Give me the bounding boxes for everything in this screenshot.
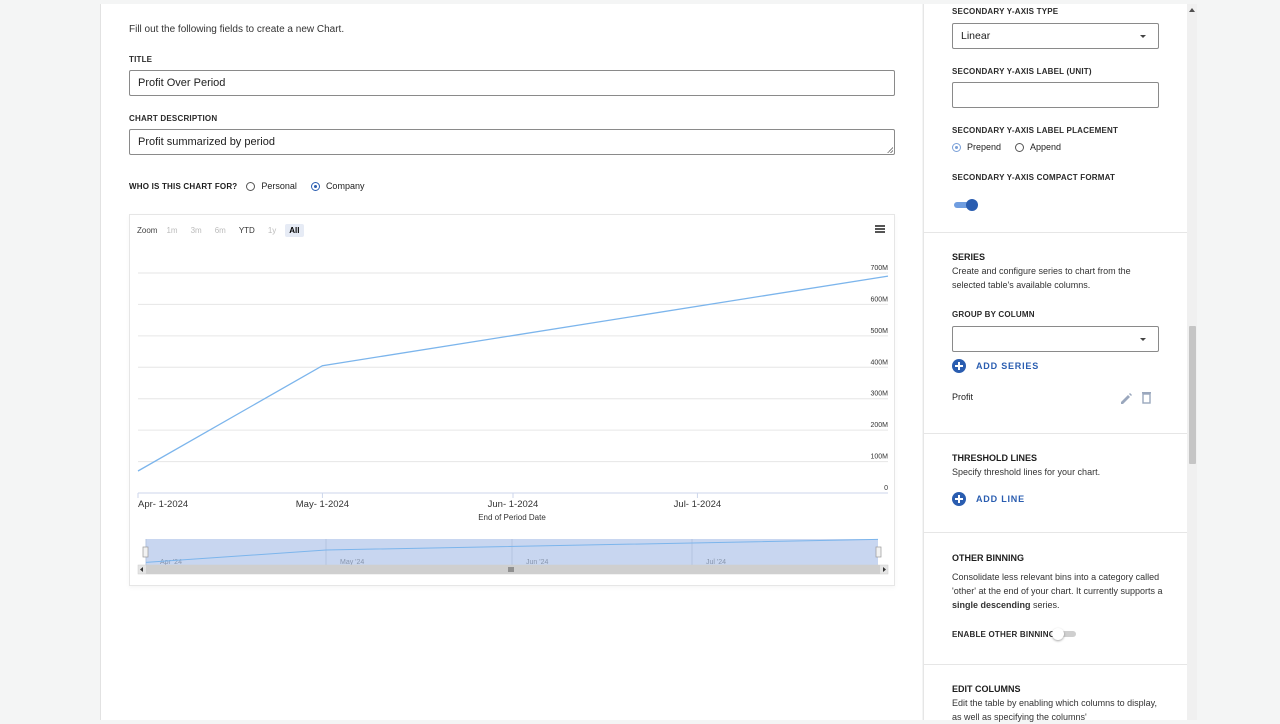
pencil-icon[interactable] xyxy=(1119,391,1133,405)
chart-plot: 0 100M 200M 300M 400M 500M 600M 700M Apr- 1-2024… xyxy=(137,265,889,575)
threshold-description: Specify threshold lines for your chart. xyxy=(952,467,1101,477)
y-tick-label: 500M xyxy=(870,328,888,335)
y-tick-label: 400M xyxy=(870,359,888,366)
y2-unit-label: SECONDARY Y-AXIS LABEL (UNIT) xyxy=(952,67,1092,76)
binning-toggle[interactable] xyxy=(1052,628,1078,640)
trash-icon[interactable] xyxy=(1141,391,1153,405)
y2-type-select[interactable]: Linear xyxy=(952,23,1159,49)
group-by-select[interactable] xyxy=(952,326,1159,352)
add-line-button[interactable]: ADD LINE xyxy=(952,492,1025,506)
description-label: CHART DESCRIPTION xyxy=(129,114,218,123)
y2-type-value: Linear xyxy=(961,30,991,42)
navigator-handle xyxy=(142,546,149,558)
divider xyxy=(924,532,1187,533)
group-by-label: GROUP BY COLUMN xyxy=(952,310,1035,319)
divider xyxy=(924,232,1187,233)
series-item-name: Profit xyxy=(952,392,974,402)
add-line-label: ADD LINE xyxy=(976,494,1025,504)
title-label: TITLE xyxy=(129,55,153,64)
series-description: Create and configure series to chart fro… xyxy=(952,266,1131,290)
navigator-handle xyxy=(875,546,882,558)
y2-compact-toggle[interactable] xyxy=(952,199,978,211)
placement-option-prepend[interactable]: Prepend xyxy=(952,142,1001,152)
y2-type-label: SECONDARY Y-AXIS TYPE xyxy=(952,7,1059,16)
y-tick-label: 600M xyxy=(870,296,888,303)
description-text: Profit summarized by period xyxy=(138,136,275,148)
binning-title: OTHER BINNING xyxy=(952,553,1024,563)
radio-label: Prepend xyxy=(967,142,1002,152)
y-tick-label: 300M xyxy=(870,391,888,398)
y2-unit-input[interactable] xyxy=(952,82,1159,108)
radio-selected-icon xyxy=(310,181,320,191)
edit-columns-title: EDIT COLUMNS xyxy=(952,684,1021,694)
chart-settings-sidebar: SECONDARY Y-AXIS TYPE Linear SECONDARY Y… xyxy=(923,4,1187,722)
chevron-down-icon xyxy=(1140,338,1146,341)
chart-preview: Zoom 1m 3m 6m YTD 1y All 0 100M 200M 300M 40… xyxy=(129,214,895,586)
resize-grip-icon[interactable] xyxy=(887,147,893,153)
y2-placement-label: SECONDARY Y-AXIS LABEL PLACEMENT xyxy=(952,126,1119,135)
add-series-label: ADD SERIES xyxy=(976,361,1040,371)
description-textarea[interactable]: Profit summarized by period xyxy=(129,129,895,155)
binning-description: Consolidate less relevant bins into a ca… xyxy=(952,572,1163,610)
x-tick-label: Apr- 1-2024 xyxy=(138,499,188,510)
audience-radio-group: WHO IS THIS CHART FOR? Personal Company xyxy=(129,179,364,193)
y-tick-label: 100M xyxy=(870,454,888,461)
radio-label: Append xyxy=(1030,142,1062,152)
radio-label: Company xyxy=(325,181,365,191)
form-intro: Fill out the following fields to create … xyxy=(129,24,345,35)
radio-icon xyxy=(246,181,256,191)
y2-placement-radio-group: Prepend Append xyxy=(952,142,1061,152)
audience-option-personal[interactable]: Personal xyxy=(246,181,297,191)
plus-circle-icon xyxy=(952,492,966,506)
title-input[interactable] xyxy=(129,70,895,96)
audience-label: WHO IS THIS CHART FOR? xyxy=(129,181,238,191)
threshold-title: THRESHOLD LINES xyxy=(952,453,1038,463)
x-axis-title: End of Period Date xyxy=(478,513,546,522)
divider xyxy=(924,664,1187,665)
radio-selected-icon xyxy=(952,142,961,152)
radio-label: Personal xyxy=(261,181,297,191)
add-series-button[interactable]: ADD SERIES xyxy=(952,359,1039,373)
y-tick-label: 0 xyxy=(884,485,888,492)
chart-form-panel: Fill out the following fields to create … xyxy=(100,4,922,720)
plus-circle-icon xyxy=(952,359,966,373)
placement-option-append[interactable]: Append xyxy=(1015,142,1061,152)
series-line-profit xyxy=(137,275,889,472)
divider xyxy=(924,433,1187,434)
x-tick-label: Jul- 1-2024 xyxy=(674,499,722,510)
chevron-down-icon xyxy=(1140,35,1146,38)
scroll-up-arrow-icon[interactable] xyxy=(1189,8,1195,12)
binning-toggle-label: ENABLE OTHER BINNING? xyxy=(952,630,1061,639)
y-tick-label: 700M xyxy=(870,265,888,272)
audience-option-company[interactable]: Company xyxy=(310,181,365,191)
radio-icon xyxy=(1015,142,1025,152)
series-title: SERIES xyxy=(952,252,986,262)
scrollbar-thumb[interactable] xyxy=(1189,326,1196,464)
x-tick-label: Jun- 1-2024 xyxy=(488,499,539,510)
y2-compact-label: SECONDARY Y-AXIS COMPACT FORMAT xyxy=(952,173,1116,182)
x-tick-label: May- 1-2024 xyxy=(296,499,349,510)
y-tick-label: 200M xyxy=(870,422,888,429)
